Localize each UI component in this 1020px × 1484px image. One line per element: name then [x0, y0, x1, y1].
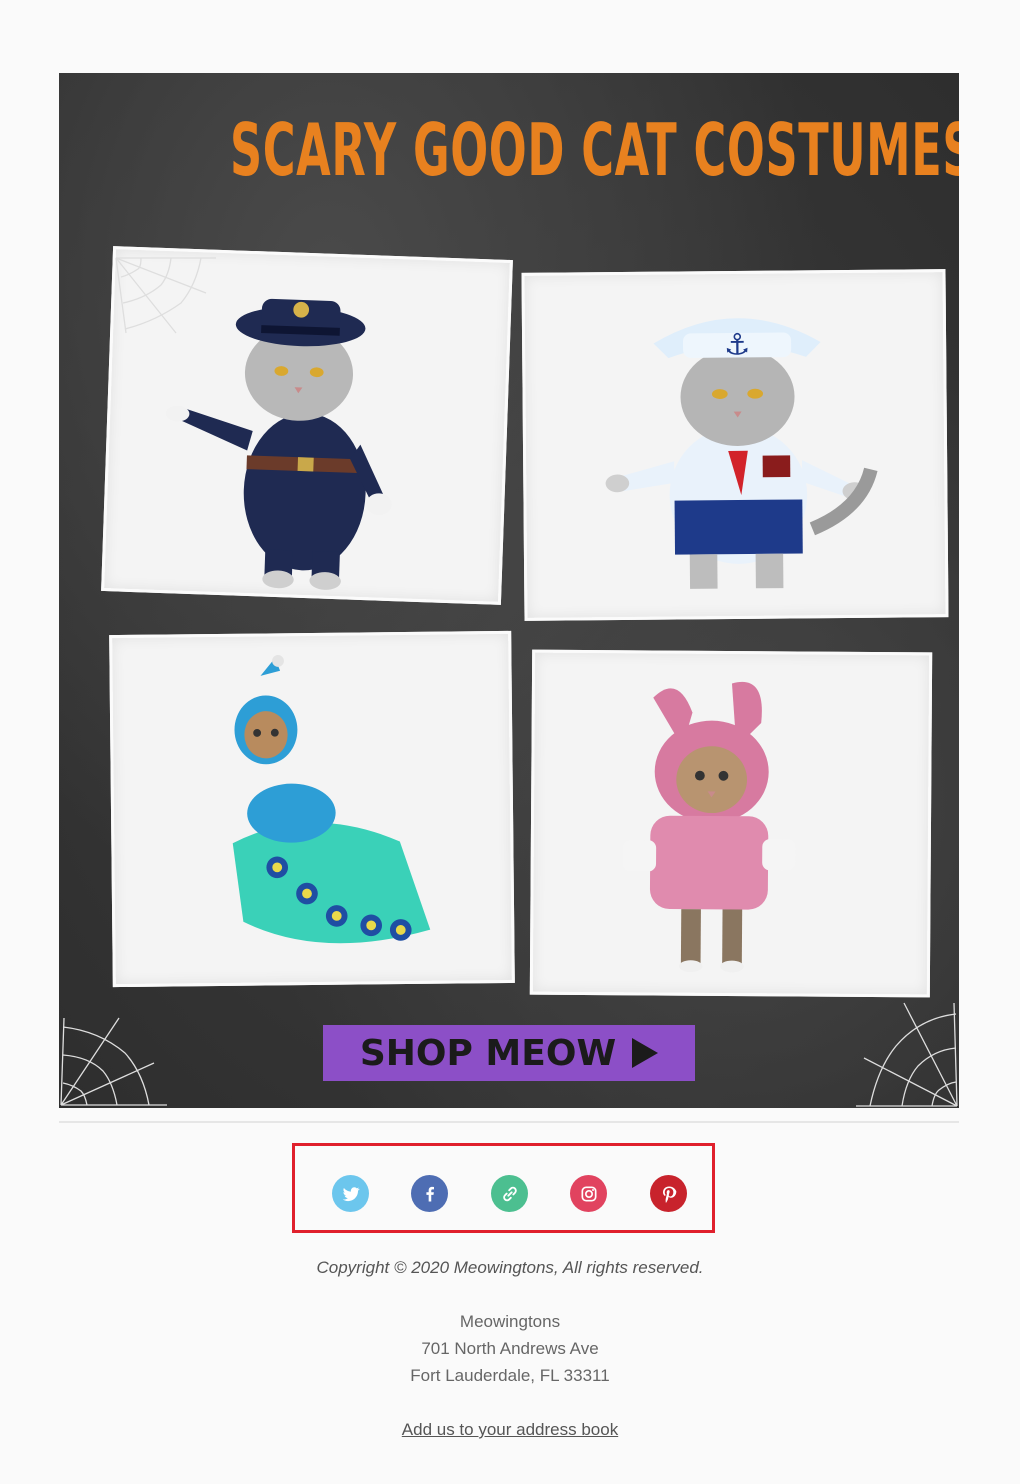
street-address: 701 North Andrews Ave [421, 1339, 599, 1358]
link-icon[interactable] [491, 1175, 528, 1212]
add-to-address-book-link[interactable]: Add us to your address book [0, 1420, 1020, 1440]
sailor-cat-photo: ⚓ [521, 269, 949, 621]
company-name: Meowingtons [459, 1312, 561, 1331]
facebook-icon[interactable] [411, 1175, 448, 1212]
shop-meow-button[interactable]: SHOP MEOW [323, 1025, 695, 1081]
svg-text:⚓: ⚓ [724, 327, 751, 361]
social-links-bar [292, 1143, 715, 1233]
pinterest-icon[interactable] [650, 1175, 687, 1212]
spider-web-icon [115, 257, 216, 334]
spider-web-icon [856, 1002, 958, 1107]
spider-web-icon [60, 1017, 167, 1106]
shop-meow-label: SHOP MEOW [359, 1032, 617, 1074]
twitter-icon[interactable] [332, 1175, 369, 1212]
hero-title: SCARY GOOD CAT COSTUMES [230, 108, 959, 192]
copyright-text: Copyright © 2020 Meowingtons, All rights… [316, 1258, 704, 1277]
email-page: SCARY GOOD CAT COSTUMES ⚓ SHOP MEOW Copy… [0, 0, 1020, 1484]
bunny-cat-photo [529, 649, 933, 998]
instagram-icon[interactable] [570, 1175, 607, 1212]
city-address: Fort Lauderdale, FL 33311 [410, 1366, 610, 1385]
peacock-cat-photo [109, 630, 515, 988]
divider [59, 1121, 959, 1123]
play-arrow-icon [632, 1038, 659, 1068]
hero-banner[interactable]: SCARY GOOD CAT COSTUMES ⚓ SHOP MEOW [59, 73, 959, 1108]
